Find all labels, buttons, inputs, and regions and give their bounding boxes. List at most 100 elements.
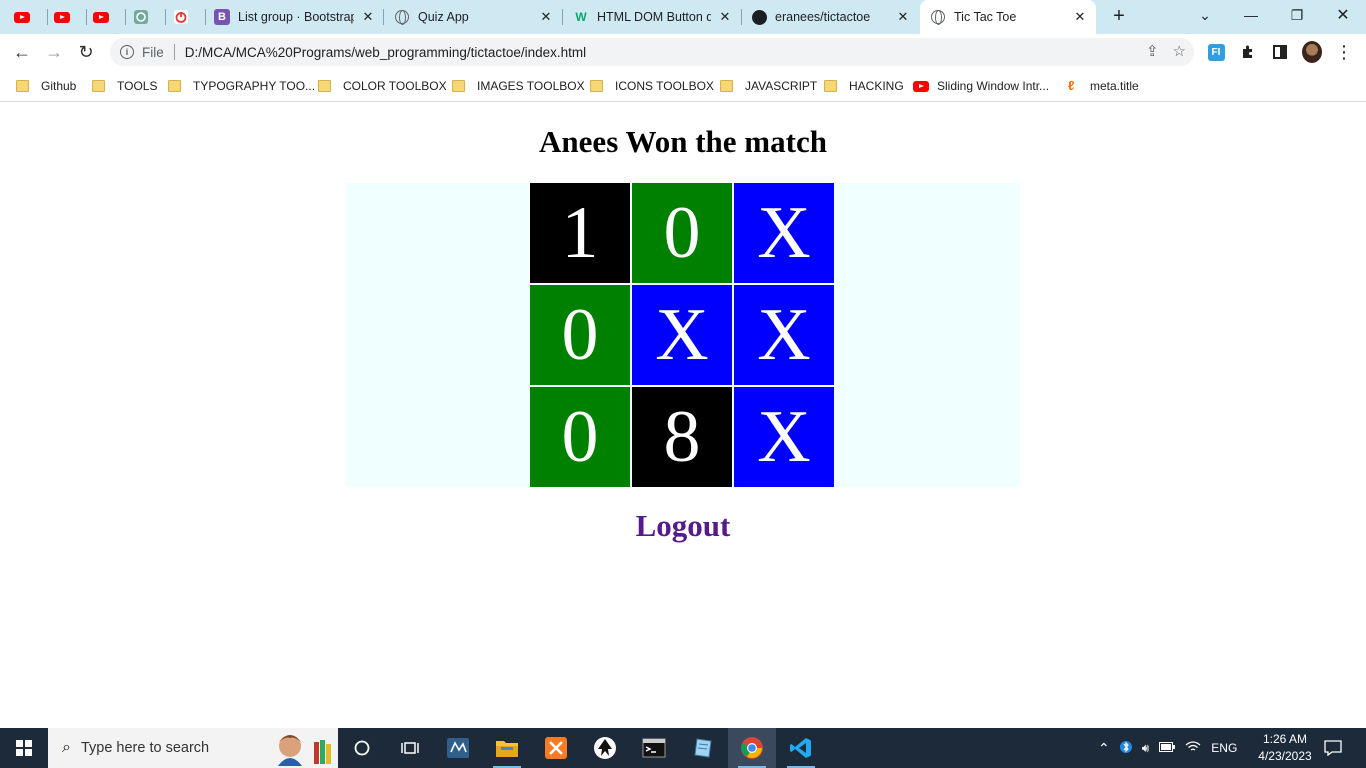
battery-icon[interactable]	[1159, 741, 1176, 755]
board-cell[interactable]: X	[734, 387, 834, 487]
tab-separator	[125, 9, 126, 25]
bookmark-meta-title[interactable]: ℓ meta.title	[1068, 77, 1139, 95]
bookmark-images-toolbox[interactable]: IMAGES TOOLBOX	[452, 77, 585, 95]
tab-separator	[86, 9, 87, 25]
windows-logo-icon	[16, 740, 32, 756]
tab-search-chevron-icon[interactable]: ⌄	[1182, 0, 1228, 30]
tab-youtube-3[interactable]	[93, 0, 121, 34]
bookmark-label: HACKING	[849, 79, 904, 93]
logout-link[interactable]: Logout	[636, 508, 731, 543]
tab-github[interactable]: eranees/tictactoe ✕	[751, 0, 911, 34]
address-url[interactable]: D:/MCA/MCA%20Programs/web_programming/ti…	[185, 45, 586, 60]
bookmark-star-icon[interactable]: ☆	[1173, 42, 1186, 60]
close-tab-icon[interactable]: ✕	[538, 9, 554, 25]
bookmark-github[interactable]: Github	[16, 77, 76, 95]
youtube-icon	[14, 9, 30, 25]
bookmark-label: IMAGES TOOLBOX	[477, 79, 585, 93]
task-view-icon[interactable]	[386, 728, 434, 768]
youtube-icon	[54, 9, 70, 25]
new-tab-button[interactable]: +	[1108, 6, 1130, 28]
bookmark-javascript[interactable]: JAVASCRIPT	[720, 77, 817, 95]
board-cell[interactable]: 8	[632, 387, 732, 487]
tab-youtube-1[interactable]	[14, 0, 42, 34]
notifications-icon[interactable]	[1310, 728, 1356, 768]
language-indicator[interactable]: ENG	[1211, 741, 1237, 755]
address-bar[interactable]: i File D:/MCA/MCA%20Programs/web_program…	[110, 38, 1194, 66]
info-icon[interactable]: i	[120, 45, 134, 59]
board-cell[interactable]: X	[734, 285, 834, 385]
board-cell[interactable]: 0	[632, 183, 732, 283]
back-arrow-icon[interactable]: ←	[8, 38, 36, 66]
bookmark-label: JAVASCRIPT	[745, 79, 818, 93]
close-tab-icon[interactable]: ✕	[360, 9, 376, 25]
volume-icon[interactable]: 🔊︎	[1142, 741, 1150, 756]
inkscape-icon[interactable]	[581, 728, 629, 768]
tab-timer[interactable]	[173, 0, 201, 34]
bookmark-icons-toolbox[interactable]: ICONS TOOLBOX	[590, 77, 714, 95]
tab-w3schools[interactable]: W HTML DOM Button di ✕	[573, 0, 733, 34]
logout-container: Logout	[0, 508, 1366, 544]
tab-separator	[47, 9, 48, 25]
search-highlight-doodle-icon	[278, 735, 331, 766]
bookmark-sliding-window[interactable]: Sliding Window Intr...	[913, 77, 1049, 95]
bookmarks-bar: Github TOOLS TYPOGRAPHY TOO... COLOR TOO…	[0, 70, 1366, 102]
tab-strip: B List group · Bootstrap ✕ Quiz App ✕ W …	[0, 0, 1366, 34]
file-explorer-icon[interactable]	[483, 728, 531, 768]
tab-tictactoe-active[interactable]: Tic Tac Toe ✕	[920, 0, 1096, 34]
extensions-puzzle-icon[interactable]	[1238, 42, 1258, 62]
reload-icon[interactable]: ↻	[72, 38, 100, 66]
tab-chatgpt[interactable]	[133, 0, 161, 34]
more-menu-icon[interactable]: ⋮	[1334, 42, 1354, 62]
board-cell[interactable]: X	[632, 285, 732, 385]
vscode-icon[interactable]	[777, 728, 825, 768]
board-cell[interactable]: 1	[530, 183, 630, 283]
bookmark-label: Github	[41, 79, 77, 93]
folder-icon	[452, 80, 465, 92]
cortana-icon[interactable]	[338, 728, 386, 768]
system-tray: ⌃ 🔊︎ ENG	[1098, 728, 1237, 768]
bookmark-label: COLOR TOOLBOX	[343, 79, 447, 93]
share-icon[interactable]: ⇪	[1146, 42, 1159, 60]
bookmark-color-toolbox[interactable]: COLOR TOOLBOX	[318, 77, 447, 95]
board-cell[interactable]: X	[734, 183, 834, 283]
tab-separator	[741, 9, 742, 25]
tab-youtube-2[interactable]	[54, 0, 82, 34]
tab-quiz-app[interactable]: Quiz App ✕	[394, 0, 554, 34]
restore-button[interactable]: ❐	[1274, 0, 1320, 30]
close-tab-icon[interactable]: ✕	[895, 9, 911, 25]
wifi-icon[interactable]	[1185, 740, 1201, 756]
tab-title: eranees/tictactoe	[775, 10, 871, 24]
board-cell[interactable]: 0	[530, 285, 630, 385]
start-button[interactable]	[0, 728, 48, 768]
profile-avatar[interactable]	[1302, 41, 1322, 63]
chatgpt-icon	[133, 9, 149, 25]
close-tab-icon[interactable]: ✕	[717, 9, 733, 25]
xampp-icon[interactable]	[532, 728, 580, 768]
folder-icon	[318, 80, 331, 92]
close-tab-icon[interactable]: ✕	[1072, 9, 1088, 25]
terminal-icon[interactable]	[630, 728, 678, 768]
taskbar-search-box[interactable]: ⌕ Type here to search	[48, 728, 338, 768]
chevron-up-icon[interactable]: ⌃	[1098, 740, 1110, 757]
tab-title: HTML DOM Button di	[597, 10, 711, 24]
chrome-icon[interactable]	[728, 728, 776, 768]
notepad-icon[interactable]	[679, 728, 727, 768]
forward-arrow-icon[interactable]: →	[40, 38, 68, 66]
address-scheme-label: File	[142, 44, 164, 60]
folder-icon	[16, 80, 29, 92]
bookmark-typography[interactable]: TYPOGRAPHY TOO...	[168, 77, 315, 95]
tab-bootstrap[interactable]: B List group · Bootstrap ✕	[214, 0, 376, 34]
bookmark-hacking[interactable]: HACKING	[824, 77, 904, 95]
bookmark-tools[interactable]: TOOLS	[92, 77, 157, 95]
address-divider	[173, 44, 175, 60]
youtube-icon	[93, 9, 109, 25]
bluetooth-icon[interactable]	[1119, 739, 1132, 758]
board-cell[interactable]: 0	[530, 387, 630, 487]
folder-icon	[92, 80, 105, 92]
board-container: 1 0 X 0 X X 0 8 X	[346, 183, 1020, 487]
extension-fi-icon[interactable]: FI	[1206, 42, 1226, 62]
minimize-button[interactable]: —	[1228, 0, 1274, 30]
close-window-button[interactable]: ✕	[1320, 0, 1366, 30]
side-panel-icon[interactable]	[1270, 42, 1290, 62]
mysql-workbench-icon[interactable]	[434, 728, 482, 768]
